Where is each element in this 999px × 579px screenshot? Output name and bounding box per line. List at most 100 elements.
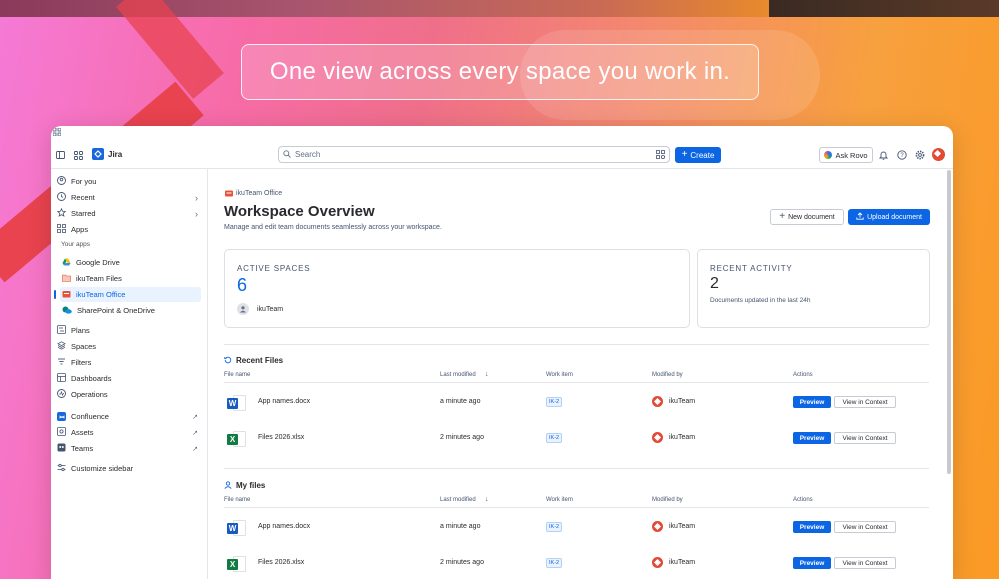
file-name[interactable]: App names.docx [258,398,310,405]
active-spaces-card: ACTIVE SPACES 6 ikuTeam [224,249,690,328]
sidebar-item-filters[interactable]: Filters [55,355,201,370]
scrollbar[interactable] [947,170,951,474]
chevron-right-icon[interactable]: › [195,209,198,219]
header-divider [224,507,929,508]
sidebar-item-spaces[interactable]: Spaces [55,339,201,354]
work-item-badge[interactable]: IK-2 [546,397,563,407]
modified-by-avatar [652,557,663,568]
sidebar-item-apps[interactable]: Apps [55,222,201,237]
column-header-last-modified[interactable]: Last modified [440,497,476,503]
view-in-context-button[interactable]: View in Context [834,557,896,569]
modified-by: ikuTeam [669,398,696,405]
sidebar-item-sharepoint-onedrive[interactable]: SharePoint & OneDrive [60,303,201,318]
sidebar-item-starred[interactable]: Starred › [55,206,201,221]
grid-icon [53,128,61,136]
create-button[interactable]: + Create [675,147,721,163]
active-indicator [54,290,56,299]
clock-icon [57,192,66,203]
word-file-icon: W [227,394,247,412]
sort-arrow-down-icon[interactable]: ↓ [485,496,489,503]
external-link-icon[interactable]: ↗ [192,445,198,453]
sidebar-item-teams[interactable]: Teams ↗ [55,441,201,456]
view-in-context-button[interactable]: View in Context [834,521,896,533]
word-file-icon: W [227,519,247,537]
sidebar-item-label: Dashboards [71,374,112,383]
gear-icon[interactable] [915,150,925,160]
modified-by: ikuTeam [669,434,696,441]
upload-document-button[interactable]: Upload document [848,209,930,225]
sidebar-customize[interactable]: Customize sidebar [55,461,201,476]
bell-icon[interactable] [879,150,888,160]
sidebar-item-for-you[interactable]: For you [55,174,201,189]
recent-activity-label: RECENT ACTIVITY [710,264,793,273]
user-circle-icon [57,176,66,187]
sidebar-item-confluence[interactable]: Confluence ↗ [55,409,201,424]
column-header-work-item[interactable]: Work item [546,372,573,378]
my-files-title: My files [236,480,266,490]
star-icon [56,207,67,219]
last-modified: 2 minutes ago [440,559,484,566]
search-input[interactable]: Search [278,146,670,163]
teams-icon [57,443,66,454]
sidebar-item-google-drive[interactable]: Google Drive [60,255,201,270]
dashboard-icon [57,373,66,384]
preview-button[interactable]: Preview [793,521,831,533]
view-in-context-button[interactable]: View in Context [834,396,896,408]
jira-logo[interactable]: Jira [92,148,122,160]
view-in-context-button[interactable]: View in Context [834,432,896,444]
file-name[interactable]: App names.docx [258,523,310,530]
sidebar-toggle-icon[interactable] [56,151,65,159]
sidebar-item-label: ikuTeam Office [76,290,126,299]
new-document-button[interactable]: + New document [770,209,844,225]
ask-rovo-button[interactable]: Ask Rovo [819,147,873,163]
sidebar-item-assets[interactable]: Assets ↗ [55,425,201,440]
column-header-modified-by[interactable]: Modified by [652,372,683,378]
column-header-last-modified[interactable]: Last modified [440,372,476,378]
profile-avatar[interactable] [932,148,945,161]
work-item-badge[interactable]: IK-2 [546,433,563,443]
work-item-badge[interactable]: IK-2 [546,522,563,532]
sidebar-item-operations[interactable]: Operations [55,387,201,402]
sidebar-item-ikuteam-office[interactable]: ikuTeam Office [54,287,201,302]
sidebar-item-dashboards[interactable]: Dashboards [55,371,201,386]
help-icon[interactable]: ? [897,150,907,160]
chevron-right-icon[interactable]: › [195,193,198,203]
column-header-work-item[interactable]: Work item [546,497,573,503]
preview-button[interactable]: Preview [793,432,831,444]
my-files-heading: My files [224,476,265,494]
file-name[interactable]: Files 2026.xlsx [258,434,304,441]
preview-button[interactable]: Preview [793,396,831,408]
app-switcher-icon[interactable] [74,151,83,160]
app-name: Jira [108,149,123,159]
modified-by: ikuTeam [669,559,696,566]
upload-icon [856,212,864,222]
external-link-icon[interactable]: ↗ [192,429,198,437]
sidebar-item-label: Starred [71,209,96,218]
new-document-label: New document [788,213,835,221]
file-name[interactable]: Files 2026.xlsx [258,559,304,566]
main-content: ikuTeam Office Workspace Overview Manage… [209,169,945,579]
search-placeholder: Search [295,150,321,159]
sidebar-item-ikuteam-files[interactable]: ikuTeam Files [60,271,201,286]
preview-button[interactable]: Preview [793,557,831,569]
column-header-actions: Actions [793,497,813,503]
column-header-modified-by[interactable]: Modified by [652,497,683,503]
sort-arrow-down-icon[interactable]: ↓ [485,371,489,378]
sidebar-item-label: Assets [71,428,94,437]
headline-banner: One view across every space you work in. [241,44,759,100]
column-header-file-name[interactable]: File name [224,372,250,378]
ikuteam-office-icon [62,290,71,300]
column-header-file-name[interactable]: File name [224,497,250,503]
recent-files-heading: Recent Files [224,351,283,369]
modified-by-avatar [652,432,663,443]
upload-document-label: Upload document [867,213,922,221]
external-link-icon[interactable]: ↗ [192,413,198,421]
sidebar-item-label: Recent [71,193,95,202]
work-item-badge[interactable]: IK-2 [546,558,563,568]
jira-icon [92,148,104,160]
sidebar-item-recent[interactable]: Recent › [55,190,201,205]
sidebar-item-plans[interactable]: Plans [55,323,201,338]
create-label: Create [690,150,715,160]
search-filter-icon[interactable] [656,150,666,161]
breadcrumb[interactable]: ikuTeam Office [225,184,282,202]
